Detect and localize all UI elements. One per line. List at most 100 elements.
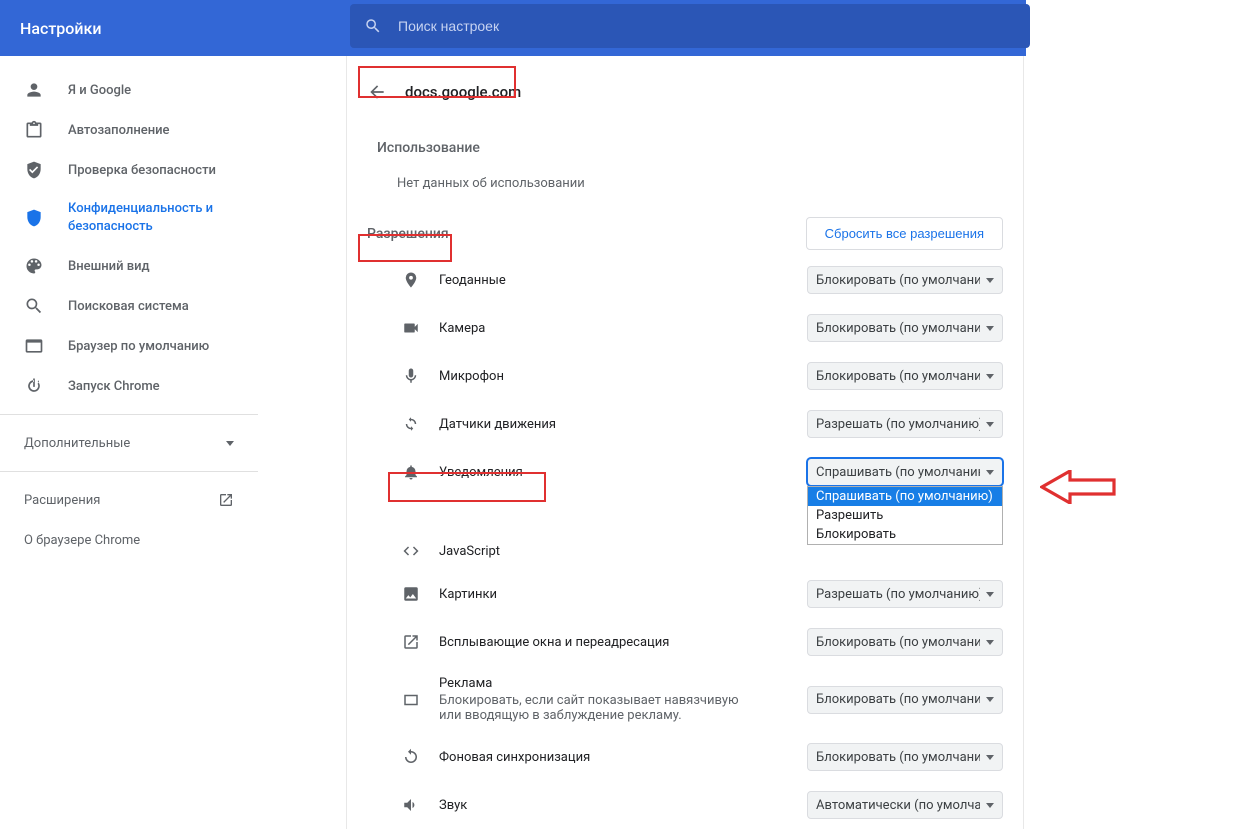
usage-empty-text: Нет данных об использовании: [347, 166, 1023, 211]
power-icon: [24, 376, 44, 396]
dropdown-option[interactable]: Блокировать: [808, 525, 1002, 544]
chevron-down-icon: [986, 592, 994, 597]
permission-row-motion: Датчики движения Разрешать (по умолчанию…: [347, 400, 1023, 448]
chevron-down-icon: [986, 803, 994, 808]
reset-permissions-button[interactable]: Сбросить все разрешения: [806, 217, 1003, 250]
motion-icon: [397, 415, 425, 433]
permission-select-ads[interactable]: Блокировать (по умолчанию): [807, 686, 1003, 714]
sidebar-item-safety-check[interactable]: Проверка безопасности: [0, 150, 258, 190]
permission-label: Картинки: [425, 587, 807, 602]
permission-select-motion[interactable]: Разрешать (по умолчанию): [807, 410, 1003, 438]
chevron-down-icon: [986, 422, 994, 427]
sidebar-extensions-label: Расширения: [24, 493, 100, 508]
permission-dropdown-notifications[interactable]: Спрашивать (по умолчанию) Разрешить Блок…: [807, 486, 1003, 545]
camera-icon: [397, 319, 425, 337]
dropdown-option[interactable]: Спрашивать (по умолчанию): [808, 487, 1002, 506]
code-icon: [397, 542, 425, 560]
permission-label: Реклама Блокировать, если сайт показывае…: [425, 676, 807, 723]
sidebar-about-label: О браузере Chrome: [24, 533, 140, 548]
sidebar-about[interactable]: О браузере Chrome: [0, 520, 258, 560]
sidebar: Я и Google Автозаполнение Проверка безоп…: [0, 56, 258, 822]
sidebar-item-label: Браузер по умолчанию: [68, 339, 209, 354]
dropdown-option[interactable]: Разрешить: [808, 506, 1002, 525]
search-icon: [364, 17, 382, 35]
permission-select-images[interactable]: Разрешать (по умолчанию): [807, 580, 1003, 608]
sidebar-item-you-and-google[interactable]: Я и Google: [0, 70, 258, 110]
search-input[interactable]: [382, 17, 1016, 35]
sidebar-item-label: Автозаполнение: [68, 123, 170, 138]
sidebar-advanced-label: Дополнительные: [24, 436, 130, 451]
main-panel: docs.google.com Использование Нет данных…: [258, 56, 1026, 822]
popup-icon: [397, 633, 425, 651]
shield-check-icon: [24, 160, 44, 180]
sidebar-item-default-browser[interactable]: Браузер по умолчанию: [0, 326, 258, 366]
bell-icon: [397, 463, 425, 481]
search-box[interactable]: [350, 4, 1030, 48]
permission-label: Звук: [425, 798, 807, 813]
app-header: Настройки: [0, 0, 1026, 56]
permission-select-background-sync[interactable]: Блокировать (по умолчанию): [807, 743, 1003, 771]
chevron-down-icon: [986, 374, 994, 379]
sidebar-item-label: Поисковая система: [68, 299, 189, 314]
sidebar-item-autofill[interactable]: Автозаполнение: [0, 110, 258, 150]
permission-select-location[interactable]: Блокировать (по умолчанию): [807, 266, 1003, 294]
chevron-down-icon: [986, 470, 994, 475]
sidebar-item-on-startup[interactable]: Запуск Chrome: [0, 366, 258, 406]
separator: [0, 471, 258, 472]
site-name: docs.google.com: [405, 83, 521, 101]
sidebar-item-label: Внешний вид: [68, 259, 150, 274]
microphone-icon: [397, 367, 425, 385]
permission-label: Микрофон: [425, 369, 807, 384]
permission-select-microphone[interactable]: Блокировать (по умолчанию): [807, 362, 1003, 390]
permission-select-camera[interactable]: Блокировать (по умолчанию): [807, 314, 1003, 342]
permission-row-camera: Камера Блокировать (по умолчанию): [347, 304, 1023, 352]
permission-select-notifications[interactable]: Спрашивать (по умолчанию): [807, 458, 1003, 486]
magnifier-icon: [24, 296, 44, 316]
back-button[interactable]: [359, 74, 395, 110]
permission-label: Камера: [425, 321, 807, 336]
sidebar-advanced-toggle[interactable]: Дополнительные: [0, 423, 258, 463]
permission-label: Датчики движения: [425, 417, 807, 432]
permission-label: Фоновая синхронизация: [425, 750, 807, 765]
permission-row-notifications: Уведомления Спрашивать (по умолчанию) Сп…: [347, 448, 1023, 496]
shield-icon: [24, 208, 44, 228]
permission-select-popups[interactable]: Блокировать (по умолчанию): [807, 628, 1003, 656]
permission-row-images: Картинки Разрешать (по умолчанию): [347, 570, 1023, 618]
sidebar-item-privacy[interactable]: Конфиденциальность и безопасность: [0, 190, 258, 246]
permission-label: JavaScript: [425, 544, 1003, 559]
image-icon: [397, 585, 425, 603]
chevron-down-icon: [986, 755, 994, 760]
permission-select-sound[interactable]: Автоматически (по умолчанию): [807, 791, 1003, 819]
sidebar-item-label: Конфиденциальность и безопасность: [68, 200, 234, 236]
sidebar-item-label: Проверка безопасности: [68, 163, 216, 178]
chevron-down-icon: [986, 326, 994, 331]
palette-icon: [24, 256, 44, 276]
sidebar-item-appearance[interactable]: Внешний вид: [0, 246, 258, 286]
permission-label: Геоданные: [425, 273, 807, 288]
permission-label: Уведомления: [425, 465, 807, 480]
browser-icon: [24, 336, 44, 356]
permission-row-microphone: Микрофон Блокировать (по умолчанию): [347, 352, 1023, 400]
sidebar-item-label: Я и Google: [68, 83, 131, 98]
permission-row-location: Геоданные Блокировать (по умолчанию): [347, 256, 1023, 304]
sidebar-extensions[interactable]: Расширения: [0, 480, 258, 520]
location-icon: [397, 271, 425, 289]
clipboard-icon: [24, 120, 44, 140]
ads-icon: [397, 691, 425, 709]
person-icon: [24, 80, 44, 100]
permission-row-ads: Реклама Блокировать, если сайт показывае…: [347, 666, 1023, 733]
permissions-section-title: Разрешения: [367, 226, 449, 242]
sidebar-item-label: Запуск Chrome: [68, 379, 160, 394]
chevron-down-icon: [226, 441, 234, 446]
chevron-down-icon: [986, 640, 994, 645]
open-in-new-icon: [218, 492, 234, 508]
sound-icon: [397, 796, 425, 814]
annotation-arrow-left-icon: [1040, 470, 1116, 504]
settings-title: Настройки: [20, 19, 101, 38]
arrow-left-icon: [367, 82, 387, 102]
permission-label: Всплывающие окна и переадресация: [425, 635, 807, 650]
usage-section-title: Использование: [347, 120, 1023, 166]
sync-icon: [397, 748, 425, 766]
separator: [0, 414, 258, 415]
sidebar-item-search-engine[interactable]: Поисковая система: [0, 286, 258, 326]
